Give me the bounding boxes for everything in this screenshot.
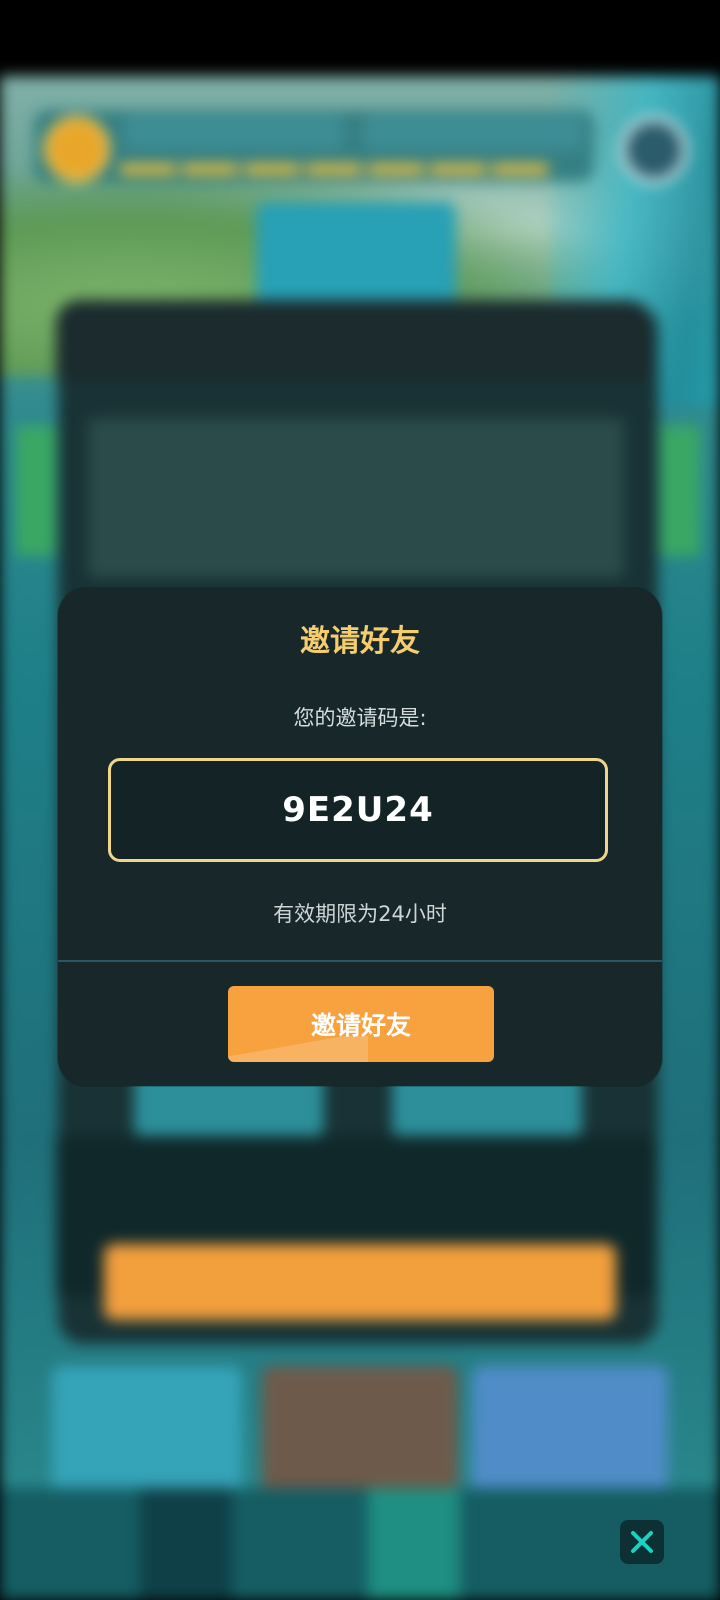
close-button[interactable]: [620, 1520, 664, 1564]
dialog-title: 邀请好友: [300, 624, 420, 659]
invite-code: 9E2U24: [282, 790, 434, 830]
invite-friends-button[interactable]: 邀请好友: [228, 986, 494, 1062]
close-icon: [631, 1531, 653, 1553]
validity-text: 有效期限为24小时: [273, 902, 447, 926]
invite-dialog: 邀请好友 您的邀请码是: 9E2U24 有效期限为24小时 邀请好友: [58, 588, 662, 1086]
status-bar: [0, 0, 720, 76]
invite-code-box[interactable]: 9E2U24: [108, 758, 608, 862]
divider: [58, 960, 662, 962]
invite-code-label: 您的邀请码是:: [293, 706, 427, 730]
